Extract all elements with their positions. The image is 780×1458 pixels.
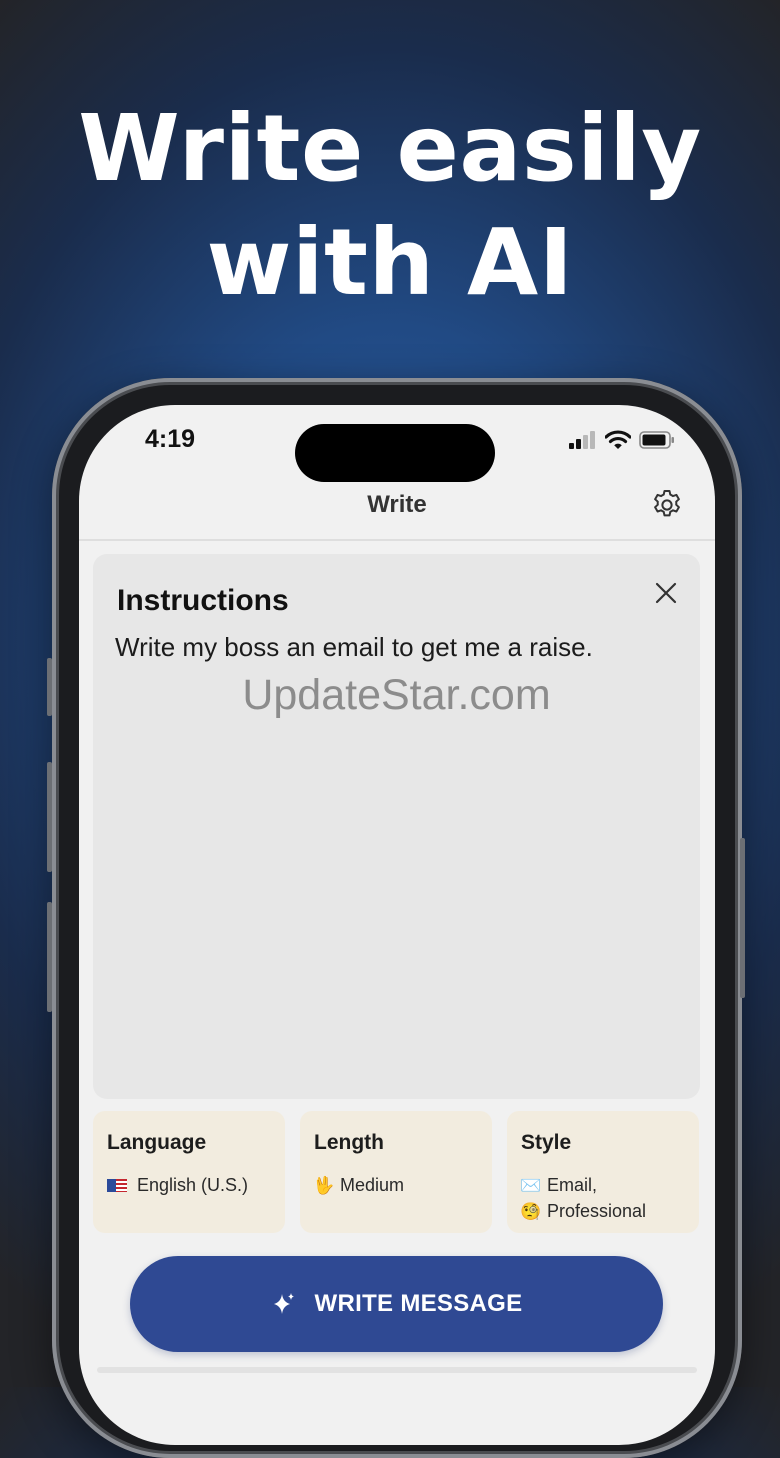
bottom-strip: [97, 1367, 697, 1373]
watermark-text: UpdateStar.com: [242, 671, 551, 719]
phone-screen: 4:19 Write Instructions Write my boss an…: [79, 405, 715, 1445]
sparkle-icon: [273, 1293, 294, 1314]
gear-icon[interactable]: [649, 487, 685, 523]
language-value: English (U.S.): [137, 1175, 249, 1195]
write-message-button[interactable]: WRITE MESSAGE: [130, 1256, 663, 1352]
style-value-row-2: 🧐 Professional: [519, 1201, 646, 1222]
headline-line-2: with AI: [206, 209, 574, 316]
vulcan-hand-icon: 🖖: [313, 1175, 335, 1196]
instructions-text[interactable]: Write my boss an email to get me a raise…: [115, 632, 593, 663]
headline-line-1: Write easily: [78, 95, 702, 202]
status-time: 4:19: [145, 425, 196, 453]
language-value-row: English (U.S.): [107, 1175, 248, 1196]
style-value-row-1: ✉️ Email,: [519, 1175, 597, 1196]
nav-divider: [79, 539, 715, 541]
length-value: Medium: [340, 1175, 405, 1195]
style-option[interactable]: Style ✉️ Email, 🧐 Professional: [507, 1111, 699, 1233]
style-title: Style: [521, 1131, 572, 1154]
instructions-card[interactable]: Instructions Write my boss an email to g…: [93, 554, 700, 1099]
page-title: Write: [367, 491, 427, 518]
language-option[interactable]: Language English (U.S.): [93, 1111, 285, 1233]
style-value-line-1: Email,: [547, 1175, 598, 1195]
style-value-line-2: Professional: [547, 1201, 647, 1221]
dynamic-island: [295, 424, 495, 482]
phone-power-button: [740, 838, 745, 998]
instructions-title: Instructions: [117, 584, 289, 617]
language-title: Language: [107, 1131, 207, 1154]
us-flag-icon: [107, 1179, 127, 1192]
phone-volume-down-button: [47, 902, 52, 1012]
battery-icon: [639, 431, 674, 449]
write-message-label: WRITE MESSAGE: [314, 1290, 523, 1317]
cellular-signal-icon: [569, 431, 595, 449]
length-option[interactable]: Length 🖖 Medium: [300, 1111, 492, 1233]
envelope-icon: ✉️: [520, 1175, 542, 1196]
wifi-icon: [605, 430, 631, 449]
length-title: Length: [314, 1131, 384, 1154]
close-icon[interactable]: [653, 580, 679, 606]
phone-mute-switch: [47, 658, 52, 716]
headline: Write easily with AI: [0, 92, 780, 320]
length-value-row: 🖖 Medium: [312, 1175, 404, 1196]
phone-volume-up-button: [47, 762, 52, 872]
status-icons: [569, 430, 675, 450]
monocle-face-icon: 🧐: [520, 1201, 542, 1222]
